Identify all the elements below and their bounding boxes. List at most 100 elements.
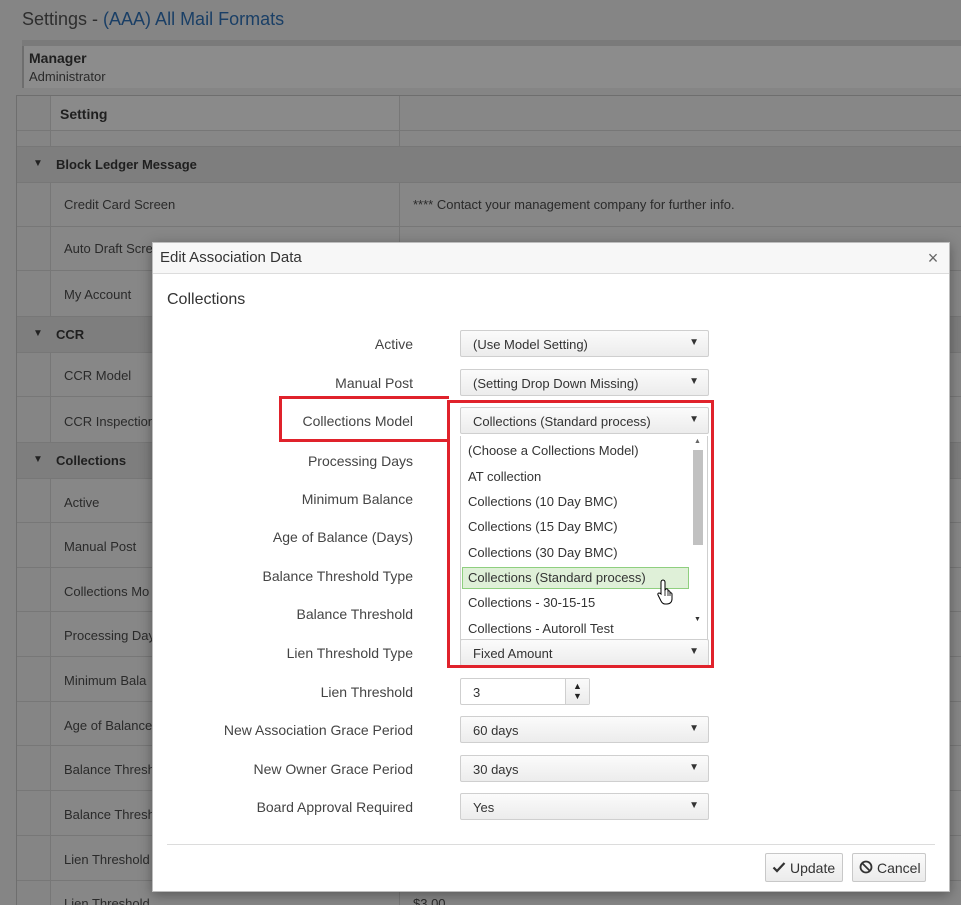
caret-down-icon: ▼ bbox=[689, 723, 699, 734]
scroll-down-icon[interactable]: ▼ bbox=[694, 616, 701, 623]
setting-label: Processing Day bbox=[64, 628, 156, 643]
field-label: Manual Post bbox=[335, 375, 413, 391]
dropdown-option[interactable]: Collections (10 Day BMC) bbox=[462, 491, 689, 513]
group-label: Block Ledger Message bbox=[56, 157, 197, 172]
form-row-board-approval: Board Approval Required Yes ▼ bbox=[153, 793, 949, 821]
dropdown-option-selected[interactable]: Collections (Standard process) bbox=[462, 567, 689, 589]
collapse-triangle-icon[interactable]: ▼ bbox=[33, 328, 43, 339]
scrollbar-thumb[interactable] bbox=[693, 450, 703, 545]
select-value: (Use Model Setting) bbox=[473, 337, 588, 352]
caret-down-icon: ▼ bbox=[689, 762, 699, 773]
setting-label: CCR Inspection bbox=[64, 414, 156, 429]
form-row-new-association-grace: New Association Grace Period 60 days ▼ bbox=[153, 716, 949, 744]
setting-label: Minimum Bala bbox=[64, 673, 147, 688]
group-row-block-ledger[interactable]: ▼ Block Ledger Message bbox=[17, 147, 961, 183]
manual-post-select[interactable]: (Setting Drop Down Missing) ▼ bbox=[460, 369, 709, 396]
form-row-new-owner-grace: New Owner Grace Period 30 days ▼ bbox=[153, 755, 949, 783]
form-row-lien-threshold: Lien Threshold 3 ▲ ▼ bbox=[153, 678, 949, 706]
ban-icon bbox=[859, 860, 873, 874]
select-value: Fixed Amount bbox=[473, 646, 553, 661]
manager-label: Manager bbox=[29, 50, 87, 66]
table-row[interactable]: Credit Card Screen **** Contact your man… bbox=[17, 183, 961, 227]
form-row-manual-post: Manual Post (Setting Drop Down Missing) … bbox=[153, 369, 949, 397]
setting-label: Balance Thresh bbox=[64, 762, 155, 777]
dropdown-option[interactable]: Collections - Autoroll Test bbox=[462, 618, 689, 640]
setting-label: Credit Card Screen bbox=[64, 197, 176, 212]
dropdown-option[interactable]: Collections - 30-15-15 bbox=[462, 592, 689, 614]
dialog-footer-divider bbox=[167, 844, 935, 845]
page-title: Settings - (AAA) All Mail Formats bbox=[22, 9, 284, 30]
lien-threshold-type-select[interactable]: Fixed Amount ▼ bbox=[460, 639, 709, 666]
setting-label: Active bbox=[64, 495, 100, 510]
form-row-collections-model: Collections Model Collections (Standard … bbox=[153, 407, 949, 435]
caret-down-icon: ▼ bbox=[689, 414, 699, 425]
cancel-button-label: Cancel bbox=[877, 860, 921, 876]
collections-model-dropdown-list[interactable]: (Choose a Collections Model) AT collecti… bbox=[460, 436, 708, 640]
setting-label: Balance Thresh bbox=[64, 807, 155, 822]
caret-down-icon: ▼ bbox=[689, 800, 699, 811]
dialog-header: Edit Association Data × bbox=[153, 243, 949, 274]
select-value: 60 days bbox=[473, 723, 519, 738]
scroll-up-icon[interactable]: ▲ bbox=[694, 438, 701, 445]
dropdown-option[interactable]: AT collection bbox=[462, 466, 689, 488]
setting-label: My Account bbox=[64, 287, 132, 302]
field-label: Lien Threshold bbox=[320, 684, 413, 700]
setting-label: Lien Threshold bbox=[64, 852, 150, 867]
grid-header-row: Setting bbox=[17, 96, 961, 131]
select-value: (Setting Drop Down Missing) bbox=[473, 376, 639, 391]
select-value: Yes bbox=[473, 800, 495, 815]
field-label: Collections Model bbox=[302, 413, 414, 429]
grid-spacer-row bbox=[17, 131, 961, 147]
collapse-triangle-icon[interactable]: ▼ bbox=[33, 454, 43, 465]
caret-down-icon: ▼ bbox=[689, 646, 699, 657]
field-label: Lien Threshold Type bbox=[286, 645, 413, 661]
caret-down-icon: ▼ bbox=[689, 376, 699, 387]
new-owner-grace-select[interactable]: 30 days ▼ bbox=[460, 755, 709, 782]
collections-model-select[interactable]: Collections (Standard process) ▼ bbox=[460, 407, 709, 434]
section-title: Collections bbox=[167, 291, 246, 308]
association-name[interactable]: (AAA) All Mail Formats bbox=[103, 9, 284, 29]
group-label: CCR bbox=[56, 327, 85, 342]
setting-label: CCR Model bbox=[64, 368, 132, 383]
field-label: Balance Threshold bbox=[296, 606, 413, 622]
new-association-grace-select[interactable]: 60 days ▼ bbox=[460, 716, 709, 743]
checkmark-icon bbox=[772, 862, 786, 873]
active-select[interactable]: (Use Model Setting) ▼ bbox=[460, 330, 709, 357]
update-button-label: Update bbox=[790, 860, 836, 876]
form-row-lien-threshold-type: Lien Threshold Type Fixed Amount ▼ bbox=[153, 639, 949, 667]
edit-association-dialog: Edit Association Data × Collections Acti… bbox=[152, 242, 950, 892]
hand-cursor-icon bbox=[657, 579, 673, 605]
select-value: Collections (Standard process) bbox=[473, 414, 651, 429]
field-label: Age of Balance (Days) bbox=[272, 529, 413, 545]
dropdown-option[interactable]: Collections (30 Day BMC) bbox=[462, 542, 689, 564]
field-label: New Association Grace Period bbox=[223, 722, 413, 738]
dialog-title: Edit Association Data bbox=[160, 249, 302, 266]
field-label: New Owner Grace Period bbox=[253, 761, 413, 777]
cancel-button[interactable]: Cancel bbox=[852, 853, 926, 882]
number-spinner[interactable]: ▲ ▼ bbox=[565, 679, 589, 704]
manager-value: Administrator bbox=[29, 69, 106, 84]
dropdown-option[interactable]: (Choose a Collections Model) bbox=[462, 440, 689, 462]
field-label: Processing Days bbox=[307, 453, 413, 469]
board-approval-select[interactable]: Yes ▼ bbox=[460, 793, 709, 820]
collapse-triangle-icon[interactable]: ▼ bbox=[33, 158, 43, 169]
setting-value: **** Contact your management company for… bbox=[413, 197, 735, 212]
spinner-up-icon[interactable]: ▲ bbox=[573, 681, 582, 691]
grid-header-setting: Setting bbox=[60, 106, 108, 122]
setting-label: Auto Draft Scre bbox=[64, 241, 153, 256]
select-value: 30 days bbox=[473, 762, 519, 777]
close-icon[interactable]: × bbox=[924, 248, 942, 269]
update-button[interactable]: Update bbox=[765, 853, 843, 882]
manager-panel: Manager Administrator bbox=[22, 46, 961, 88]
spinner-down-icon[interactable]: ▼ bbox=[573, 691, 582, 701]
lien-threshold-input[interactable]: 3 ▲ ▼ bbox=[460, 678, 590, 705]
field-label: Balance Threshold Type bbox=[262, 568, 413, 584]
page-title-prefix: Settings - bbox=[22, 9, 104, 29]
caret-down-icon: ▼ bbox=[689, 337, 699, 348]
dropdown-option[interactable]: Collections (15 Day BMC) bbox=[462, 516, 689, 538]
setting-label: Manual Post bbox=[64, 539, 137, 554]
form-row-active: Active (Use Model Setting) ▼ bbox=[153, 330, 949, 358]
number-value: 3 bbox=[473, 685, 481, 700]
setting-value: $3.00 bbox=[413, 896, 446, 905]
dropdown-scrollbar[interactable]: ▲ ▼ bbox=[693, 438, 703, 626]
